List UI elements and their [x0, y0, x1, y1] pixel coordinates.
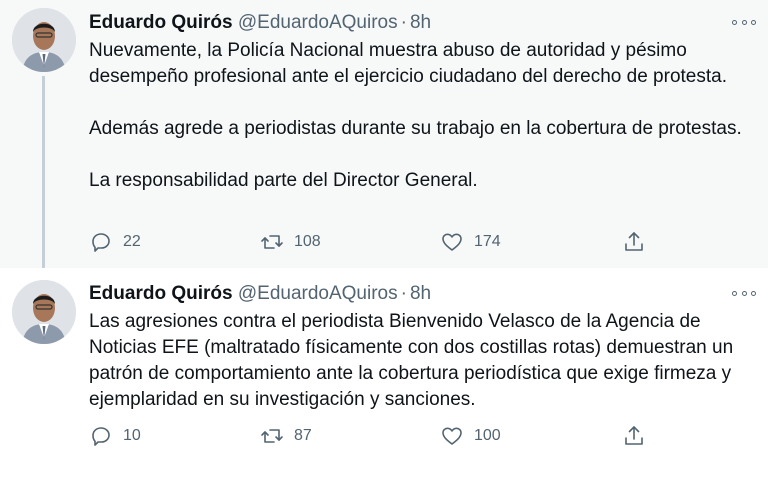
share-icon	[625, 232, 643, 251]
like-count: 100	[474, 427, 501, 444]
retweet-button[interactable]: 108	[260, 230, 321, 254]
heart-icon	[442, 233, 462, 251]
reply-count: 10	[123, 427, 141, 444]
more-horizontal-icon[interactable]	[732, 283, 756, 303]
author-handle[interactable]: @EduardoAQuiros	[238, 12, 398, 33]
reply-button[interactable]: 22	[89, 230, 141, 254]
thread-connector-line	[42, 76, 45, 280]
tweet-header: Eduardo Quirós @EduardoAQuiros · 8h	[89, 12, 431, 34]
like-button[interactable]: 100	[440, 424, 501, 448]
tweet-text: Nuevamente, la Policía Nacional muestra …	[89, 38, 757, 194]
tweet-paragraph: Además agrede a periodistas durante su t…	[89, 118, 742, 139]
retweet-count: 108	[294, 233, 321, 250]
tweet-paragraph: Las agresiones contra el periodista Bien…	[89, 311, 734, 410]
author-name[interactable]: Eduardo Quirós	[89, 283, 233, 304]
tweet-timestamp[interactable]: 8h	[410, 283, 431, 304]
avatar[interactable]	[12, 280, 76, 344]
avatar[interactable]	[12, 8, 76, 72]
reply-button[interactable]: 10	[89, 424, 141, 448]
heart-icon	[442, 427, 462, 445]
reply-icon	[92, 427, 110, 446]
share-button[interactable]	[622, 230, 646, 254]
more-horizontal-icon[interactable]	[732, 12, 756, 32]
tweet-timestamp[interactable]: 8h	[410, 12, 431, 33]
reply-count: 22	[123, 233, 141, 250]
header-separator: ·	[400, 12, 407, 33]
tweet-paragraph: La responsabilidad parte del Director Ge…	[89, 170, 478, 191]
share-button[interactable]	[622, 424, 646, 448]
retweet-icon	[261, 429, 283, 443]
like-count: 174	[474, 233, 501, 250]
author-name[interactable]: Eduardo Quirós	[89, 12, 233, 33]
reply-icon	[92, 233, 110, 252]
author-handle[interactable]: @EduardoAQuiros	[238, 283, 398, 304]
tweet-text: Las agresiones contra el periodista Bien…	[89, 309, 757, 413]
tweet-1[interactable]: Eduardo Quirós @EduardoAQuiros · 8h Nuevam…	[0, 0, 768, 280]
retweet-count: 87	[294, 427, 312, 444]
header-separator: ·	[400, 283, 407, 304]
retweet-button[interactable]: 87	[260, 424, 312, 448]
share-icon	[625, 426, 643, 445]
tweet-paragraph: Nuevamente, la Policía Nacional muestra …	[89, 40, 727, 87]
tweet-actions: 10 87 100	[89, 424, 655, 448]
tweet-actions: 22 108 174	[89, 230, 655, 254]
retweet-icon	[261, 235, 283, 249]
tweet-header: Eduardo Quirós @EduardoAQuiros · 8h	[89, 283, 431, 305]
like-button[interactable]: 174	[440, 230, 501, 254]
